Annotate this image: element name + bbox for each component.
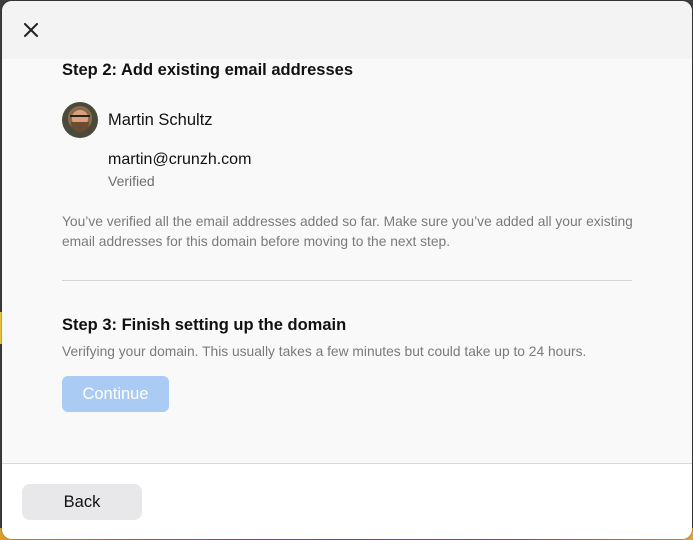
user-row: Martin Schultz (62, 101, 213, 139)
close-icon (24, 23, 38, 37)
continue-button[interactable]: Continue (62, 376, 169, 412)
step2-note: You’ve verified all the email addresses … (62, 214, 633, 249)
avatar (62, 102, 98, 138)
divider (62, 280, 632, 281)
back-button[interactable]: Back (22, 484, 142, 520)
close-button[interactable] (20, 19, 42, 41)
dialog-content[interactable]: Step 2: Add existing email addresses Mar… (2, 59, 692, 463)
step3-description: Verifying your domain. This usually take… (62, 344, 587, 359)
dialog-footer: Back (2, 463, 692, 539)
dialog-header (2, 1, 692, 59)
email-status: Verified (108, 173, 155, 189)
domain-setup-dialog: Step 2: Add existing email addresses Mar… (2, 1, 692, 539)
step2-title: Step 2: Add existing email addresses (62, 61, 353, 79)
step3-title: Step 3: Finish setting up the domain (62, 316, 347, 334)
email-address: martin@crunzh.com (108, 151, 252, 168)
user-name: Martin Schultz (108, 110, 213, 129)
